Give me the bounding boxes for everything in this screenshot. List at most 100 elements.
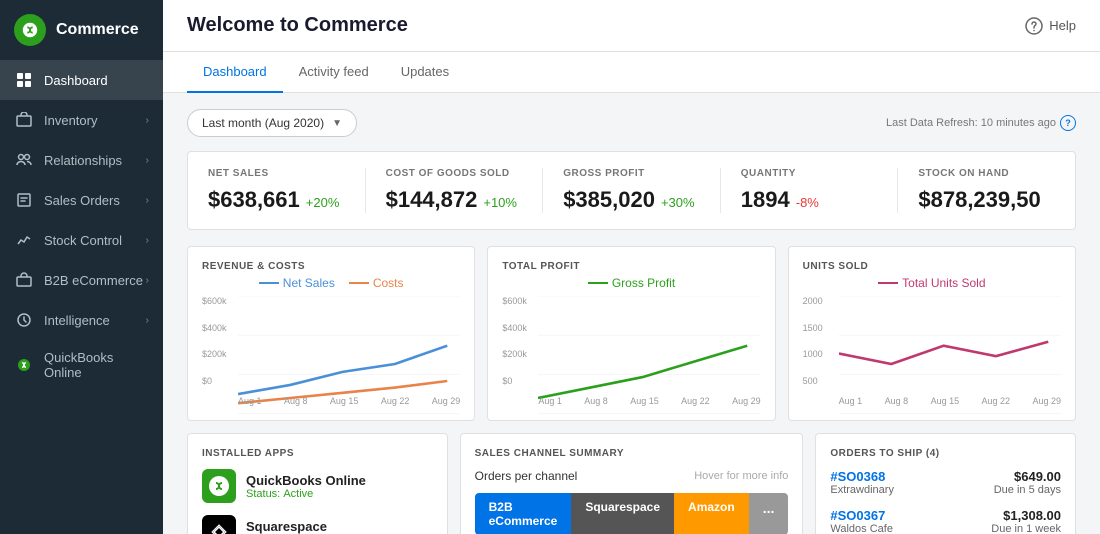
sidebar-item-quickbooks-online[interactable]: QuickBooks Online — [0, 340, 163, 390]
chevron-right-icon: › — [146, 195, 149, 206]
sidebar-item-stock-control[interactable]: Stock Control › — [0, 220, 163, 260]
intelligence-icon — [14, 310, 34, 330]
app-name: Squarespace — [246, 519, 327, 534]
sidebar-app-name: Commerce — [56, 21, 139, 39]
chart-legend: Net Sales Costs — [202, 276, 460, 290]
sidebar-item-label: Intelligence — [44, 313, 146, 328]
legend-label: Net Sales — [283, 276, 335, 290]
qbo-app-icon — [202, 469, 236, 503]
legend-label: Costs — [373, 276, 404, 290]
sidebar-item-label: Sales Orders — [44, 193, 146, 208]
order-id[interactable]: #SO0367 — [830, 508, 893, 523]
sidebar-logo: Commerce — [0, 0, 163, 60]
order-left: #SO0367 Waldos Cafe — [830, 508, 893, 534]
app-info: QuickBooks Online Status: Active — [246, 473, 366, 500]
page-header: Welcome to Commerce Help — [163, 0, 1100, 52]
channel-amazon-button[interactable]: Amazon — [674, 493, 749, 534]
y-axis: 200015001000500 — [803, 296, 839, 386]
dashboard-content: Last month (Aug 2020) ▼ Last Data Refres… — [163, 93, 1100, 534]
stat-net-sales: NET SALES $638,661 +20% — [188, 168, 366, 213]
channel-more-button[interactable]: ... — [749, 493, 789, 534]
chevron-right-icon: › — [146, 315, 149, 326]
app-status-value: Active — [283, 488, 313, 500]
legend-net-sales: Net Sales — [259, 276, 335, 290]
stat-value: 1894 -8% — [741, 187, 878, 213]
orders-to-ship-card: ORDERS TO SHIP (4) #SO0368 Extrawdinary … — [815, 433, 1076, 534]
sidebar-item-b2b-ecommerce[interactable]: B2B eCommerce › — [0, 260, 163, 300]
bottom-row: INSTALLED APPS QuickBooks Online Status:… — [187, 433, 1076, 534]
qb-logo-icon — [14, 14, 46, 46]
app-info: Squarespace Status: Active — [246, 519, 327, 534]
dropdown-chevron-icon: ▼ — [332, 118, 342, 129]
stats-row: NET SALES $638,661 +20% COST OF GOODS SO… — [187, 151, 1076, 230]
legend-color — [259, 282, 279, 284]
tab-updates[interactable]: Updates — [385, 52, 465, 93]
sales-channel-card: SALES CHANNEL SUMMARY Orders per channel… — [460, 433, 804, 534]
x-axis: Aug 1Aug 8Aug 15Aug 22Aug 29 — [238, 396, 460, 406]
chart-total-profit: TOTAL PROFIT Gross Profit $600k$400k$200… — [487, 246, 775, 421]
chart-area: $600k$400k$200k$0 Aug 1Aug 8Aug 15Aug 22… — [202, 296, 460, 406]
chevron-right-icon: › — [146, 275, 149, 286]
page-title: Welcome to Commerce — [187, 14, 408, 37]
stat-gross-profit: GROSS PROFIT $385,020 +30% — [543, 168, 721, 213]
legend-total-units: Total Units Sold — [878, 276, 985, 290]
tabs-bar: Dashboard Activity feed Updates — [163, 52, 1100, 93]
squarespace-app-icon — [202, 515, 236, 534]
sidebar-item-label: Stock Control — [44, 233, 146, 248]
sidebar-item-label: QuickBooks Online — [44, 350, 149, 380]
channel-buttons: B2B eCommerce Squarespace Amazon ... — [475, 493, 789, 534]
quickbooks-icon — [14, 355, 34, 375]
inventory-icon — [14, 110, 34, 130]
app-item-qbo: QuickBooks Online Status: Active — [202, 469, 433, 503]
sidebar-item-relationships[interactable]: Relationships › — [0, 140, 163, 180]
chevron-right-icon: › — [146, 235, 149, 246]
channel-squarespace-button[interactable]: Squarespace — [571, 493, 674, 534]
sidebar-item-inventory[interactable]: Inventory › — [0, 100, 163, 140]
stat-label: COST OF GOODS SOLD — [386, 168, 523, 179]
chart-units-sold: UNITS SOLD Total Units Sold 200015001000… — [788, 246, 1076, 421]
main-content: Welcome to Commerce Help Dashboard Activ… — [163, 0, 1100, 534]
charts-row: REVENUE & COSTS Net Sales Costs $600k$40… — [187, 246, 1076, 421]
sidebar-item-sales-orders[interactable]: Sales Orders › — [0, 180, 163, 220]
order-right: $649.00 Due in 5 days — [994, 469, 1061, 496]
tab-activity-feed[interactable]: Activity feed — [283, 52, 385, 93]
stat-value: $878,239,50 — [918, 187, 1055, 213]
order-id[interactable]: #SO0368 — [830, 469, 894, 484]
legend-label: Gross Profit — [612, 276, 675, 290]
stat-label: NET SALES — [208, 168, 345, 179]
legend-color — [588, 282, 608, 284]
stat-value: $385,020 +30% — [563, 187, 700, 213]
app-name: QuickBooks Online — [246, 473, 366, 488]
stat-change: +20% — [306, 195, 340, 210]
sidebar-item-dashboard[interactable]: Dashboard — [0, 60, 163, 100]
sidebar-item-label: Dashboard — [44, 73, 149, 88]
stat-value: $144,872 +10% — [386, 187, 523, 213]
hover-info-label: Hover for more info — [694, 470, 788, 482]
stat-quantity: QUANTITY 1894 -8% — [721, 168, 899, 213]
sidebar: Commerce Dashboard Inventory › Relations… — [0, 0, 163, 534]
help-button[interactable]: Help — [1025, 17, 1076, 35]
refresh-text: Last Data Refresh: 10 minutes ago — [886, 117, 1056, 129]
sidebar-item-intelligence[interactable]: Intelligence › — [0, 300, 163, 340]
app-item-squarespace: Squarespace Status: Active — [202, 515, 433, 534]
tab-dashboard[interactable]: Dashboard — [187, 52, 283, 93]
help-label: Help — [1049, 18, 1076, 33]
order-customer: Waldos Cafe — [830, 523, 893, 534]
stat-label: QUANTITY — [741, 168, 878, 179]
stat-cogs: COST OF GOODS SOLD $144,872 +10% — [366, 168, 544, 213]
order-due: Due in 5 days — [994, 484, 1061, 496]
channel-b2b-button[interactable]: B2B eCommerce — [475, 493, 572, 534]
channel-header: Orders per channel Hover for more info — [475, 469, 789, 483]
sales-orders-icon — [14, 190, 34, 210]
order-item-2: #SO0367 Waldos Cafe $1,308.00 Due in 1 w… — [830, 508, 1061, 534]
date-range-dropdown[interactable]: Last month (Aug 2020) ▼ — [187, 109, 357, 137]
info-icon[interactable]: ? — [1060, 115, 1076, 131]
dashboard-icon — [14, 70, 34, 90]
order-amount: $649.00 — [994, 469, 1061, 484]
sales-channel-title: SALES CHANNEL SUMMARY — [475, 448, 789, 459]
date-range-label: Last month (Aug 2020) — [202, 116, 324, 130]
chart-revenue-costs: REVENUE & COSTS Net Sales Costs $600k$40… — [187, 246, 475, 421]
chart-legend: Gross Profit — [502, 276, 760, 290]
orders-per-channel-label: Orders per channel — [475, 469, 578, 483]
legend-gross-profit: Gross Profit — [588, 276, 675, 290]
